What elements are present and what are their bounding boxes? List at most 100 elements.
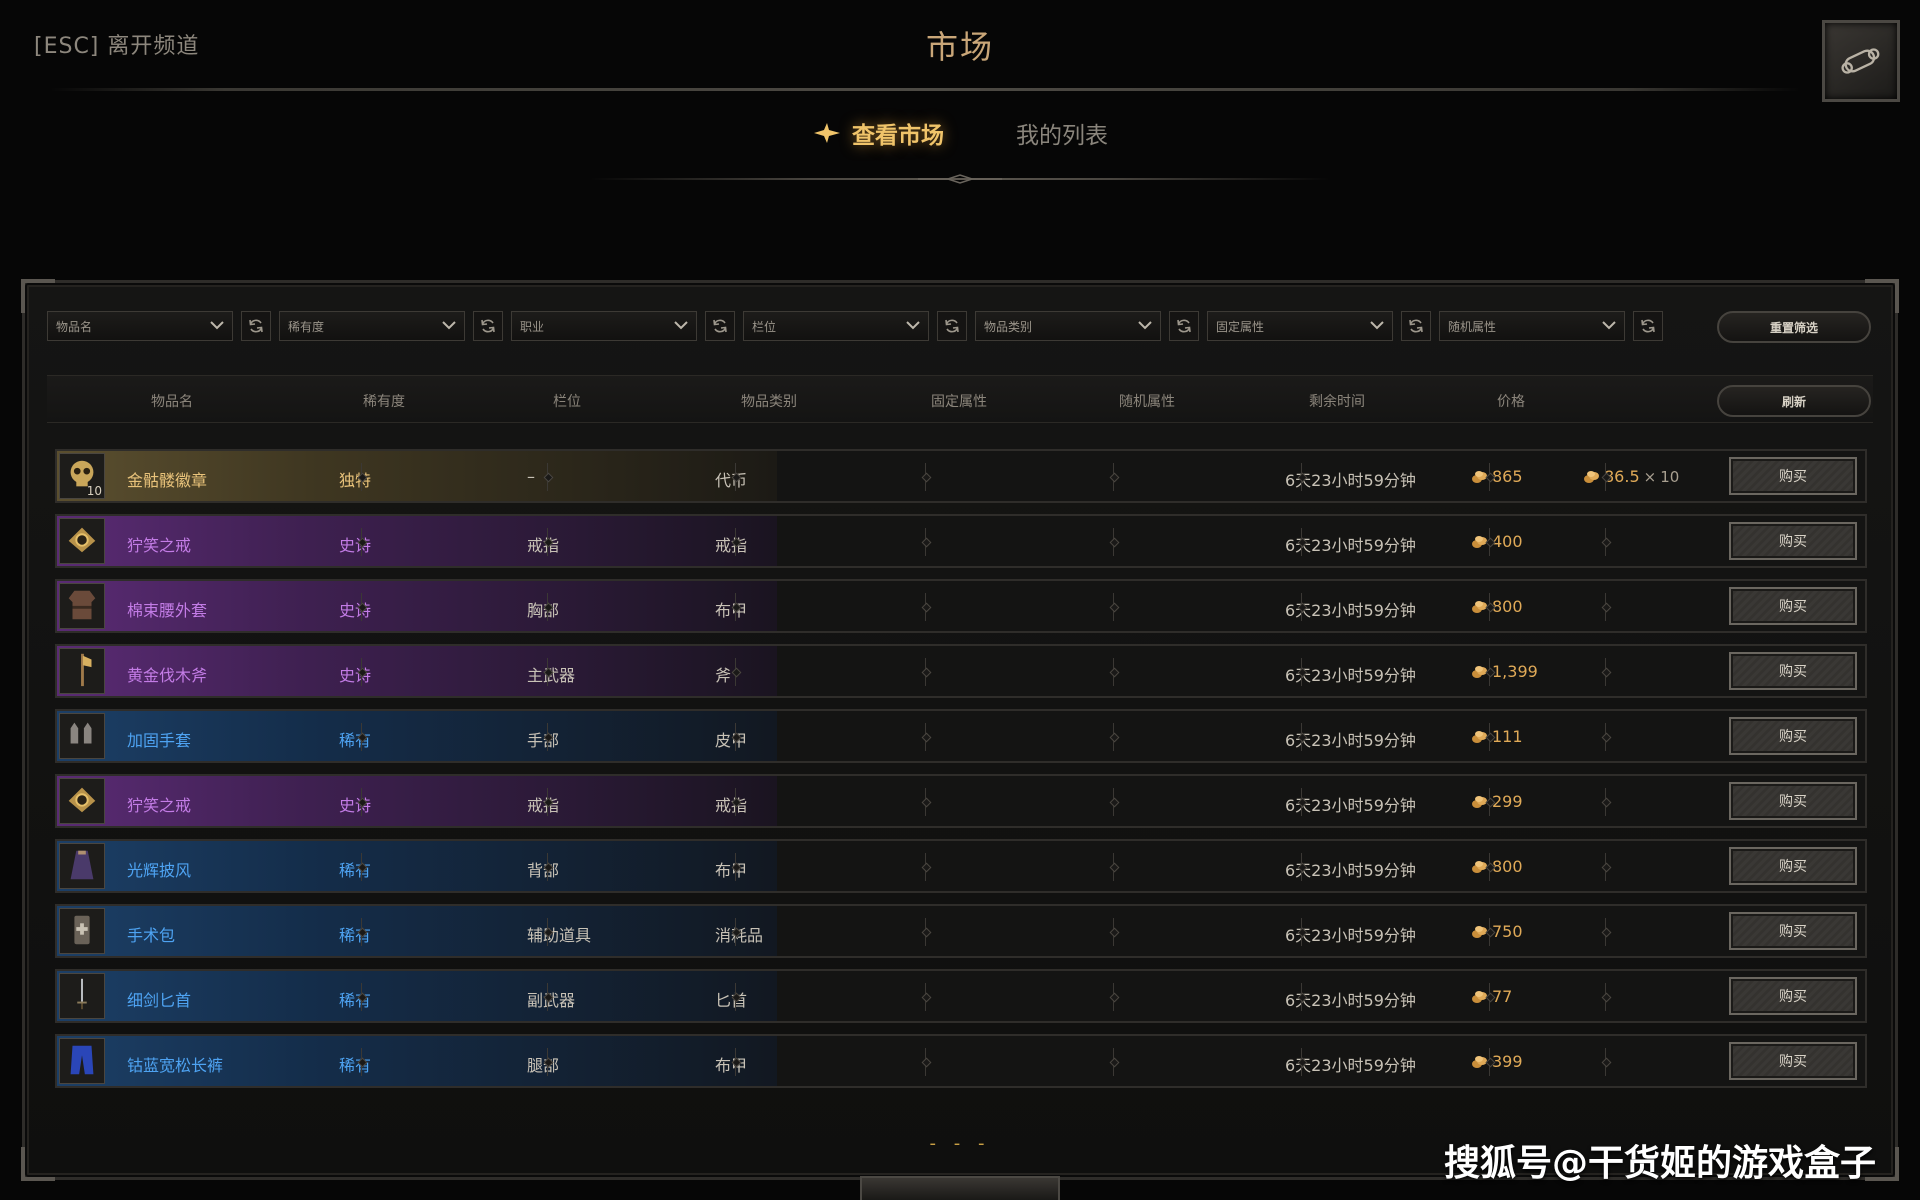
item-price: 800 xyxy=(1471,597,1523,616)
item-price: 400 xyxy=(1471,532,1523,551)
buy-button[interactable]: 购买 xyxy=(1729,652,1857,690)
filter-refresh-icon[interactable] xyxy=(241,311,271,341)
scroll-icon[interactable] xyxy=(1822,20,1900,102)
column-separator xyxy=(1299,593,1305,621)
price-value: 400 xyxy=(1492,532,1523,551)
item-name: 光辉披风 xyxy=(127,861,192,880)
filter-refresh-icon[interactable] xyxy=(937,311,967,341)
filter-refresh-icon[interactable] xyxy=(1401,311,1431,341)
column-separator xyxy=(545,788,551,816)
item-thumbnail xyxy=(59,1038,105,1084)
table-row[interactable]: 狞笑之戒 史诗 戒指 戒指 6天23小时59分钟 400 购买 xyxy=(55,514,1867,568)
item-type: 匕首 xyxy=(715,991,748,1010)
buy-button[interactable]: 购买 xyxy=(1729,912,1857,950)
price-value: 299 xyxy=(1492,792,1523,811)
column-separator xyxy=(359,658,365,686)
price-value: 865 xyxy=(1492,467,1523,486)
item-slot: 戒指 xyxy=(527,796,560,815)
filter-group: 随机属性 xyxy=(1439,311,1663,341)
filter-dropdown[interactable]: 随机属性 xyxy=(1439,311,1625,341)
column-separator xyxy=(545,983,551,1011)
column-separator xyxy=(1487,1048,1493,1076)
column-separator xyxy=(1111,658,1117,686)
column-separator xyxy=(1111,593,1117,621)
tab-my-listings[interactable]: 我的列表 xyxy=(1016,116,1108,150)
buy-button[interactable]: 购买 xyxy=(1729,847,1857,885)
filter-group: 固定属性 xyxy=(1207,311,1431,341)
item-thumbnail: 10 xyxy=(59,453,105,499)
table-row[interactable]: 手术包 稀有 辅助道具 消耗品 6天23小时59分钟 750 购买 xyxy=(55,904,1867,958)
table-row[interactable]: 光辉披风 稀有 背部 布甲 6天23小时59分钟 800 购买 xyxy=(55,839,1867,893)
column-separator xyxy=(1111,788,1117,816)
column-separator xyxy=(1487,983,1493,1011)
column-separator xyxy=(1111,918,1117,946)
multiplier-sign: × xyxy=(1643,467,1657,486)
item-name: 狞笑之戒 xyxy=(127,536,192,555)
column-header-rarity: 稀有度 xyxy=(363,394,405,410)
buy-button[interactable]: 购买 xyxy=(1729,522,1857,560)
column-separator xyxy=(923,528,929,556)
gold-coin-icon xyxy=(1584,470,1599,483)
filter-label: 随机属性 xyxy=(1448,319,1497,334)
column-separator xyxy=(923,918,929,946)
buy-button[interactable]: 购买 xyxy=(1729,717,1857,755)
column-separator xyxy=(359,593,365,621)
table-row[interactable]: 加固手套 稀有 手部 皮甲 6天23小时59分钟 111 购买 xyxy=(55,709,1867,763)
filter-dropdown[interactable]: 物品类别 xyxy=(975,311,1161,341)
filter-group: 物品名 xyxy=(47,311,271,341)
filter-dropdown[interactable]: 物品名 xyxy=(47,311,233,341)
buy-button[interactable]: 购买 xyxy=(1729,587,1857,625)
filter-dropdown[interactable]: 栏位 xyxy=(743,311,929,341)
column-separator xyxy=(1299,658,1305,686)
buy-button[interactable]: 购买 xyxy=(1729,1042,1857,1080)
buy-button[interactable]: 购买 xyxy=(1729,457,1857,495)
item-name: 细剑匕首 xyxy=(127,991,192,1010)
table-row[interactable]: 狞笑之戒 史诗 戒指 戒指 6天23小时59分钟 299 购买 xyxy=(55,774,1867,828)
buy-button[interactable]: 购买 xyxy=(1729,977,1857,1015)
refresh-button[interactable]: 刷新 xyxy=(1717,385,1871,417)
column-separator xyxy=(359,723,365,751)
item-name: 金骷髅徽章 xyxy=(127,471,208,490)
column-separator xyxy=(733,853,739,881)
item-thumbnail xyxy=(59,648,105,694)
pants-icon xyxy=(63,1040,101,1082)
column-header-row: 物品名 稀有度 栏位 物品类别 固定属性 随机属性 剩余时间 价格 xyxy=(47,375,1873,423)
table-row[interactable]: 棉束腰外套 史诗 胸部 布甲 6天23小时59分钟 800 购买 xyxy=(55,579,1867,633)
filter-refresh-icon[interactable] xyxy=(473,311,503,341)
filter-bar: 物品名 稀有度 职业 栏位 物品类别 固定属性 随机属性 xyxy=(47,311,1663,341)
table-row[interactable]: 10 金骷髅徽章 独特 – 代币 6天23小时59分钟 865 86.5 × 10 购买 xyxy=(55,449,1867,503)
filter-dropdown[interactable]: 固定属性 xyxy=(1207,311,1393,341)
column-separator xyxy=(1603,593,1609,621)
column-separator xyxy=(1487,853,1493,881)
item-type: 斧 xyxy=(715,666,732,685)
reset-filters-button[interactable]: 重置筛选 xyxy=(1717,311,1871,343)
tab-label: 我的列表 xyxy=(1016,123,1108,149)
filter-refresh-icon[interactable] xyxy=(1169,311,1199,341)
filter-refresh-icon[interactable] xyxy=(1633,311,1663,341)
table-row[interactable]: 细剑匕首 稀有 副武器 匕首 6天23小时59分钟 77 购买 xyxy=(55,969,1867,1023)
column-separator xyxy=(1603,1048,1609,1076)
column-separator xyxy=(1487,463,1493,491)
filter-dropdown[interactable]: 职业 xyxy=(511,311,697,341)
buy-button[interactable]: 购买 xyxy=(1729,782,1857,820)
tab-view-market[interactable]: 查看市场 xyxy=(812,116,944,150)
item-thumbnail xyxy=(59,778,105,824)
item-quantity: 10 xyxy=(86,484,102,498)
price-value: 1,399 xyxy=(1492,662,1538,681)
item-slot: 辅助道具 xyxy=(527,926,592,945)
column-separator xyxy=(545,1048,551,1076)
table-row[interactable]: 黄金伐木斧 史诗 主武器斧 6天23小时59分钟 1,399 购买 xyxy=(55,644,1867,698)
column-separator xyxy=(733,593,739,621)
item-type: 皮甲 xyxy=(715,731,748,750)
column-separator xyxy=(545,723,551,751)
filter-refresh-icon[interactable] xyxy=(705,311,735,341)
filter-dropdown[interactable]: 稀有度 xyxy=(279,311,465,341)
column-header-fixed-attr: 固定属性 xyxy=(931,394,987,410)
column-separator xyxy=(545,918,551,946)
dagger-icon xyxy=(63,975,101,1017)
table-row[interactable]: 钴蓝宽松长裤 稀有 腿部 布甲 6天23小时59分钟 399 购买 xyxy=(55,1034,1867,1088)
column-separator xyxy=(1487,723,1493,751)
item-type: 布甲 xyxy=(715,861,748,880)
filter-group: 职业 xyxy=(511,311,735,341)
column-separator xyxy=(359,1048,365,1076)
